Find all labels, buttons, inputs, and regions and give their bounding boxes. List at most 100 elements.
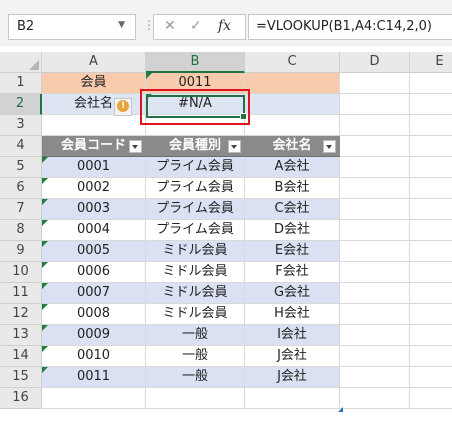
- empty-cell[interactable]: [410, 157, 452, 178]
- member-type-cell[interactable]: 一般: [146, 346, 245, 367]
- row-header-2[interactable]: 2: [0, 94, 42, 115]
- table-header-3[interactable]: 会社名: [245, 136, 340, 157]
- empty-cell[interactable]: [42, 388, 146, 409]
- member-code-cell[interactable]: 0011: [42, 367, 146, 388]
- insert-function-icon[interactable]: fx: [218, 18, 231, 34]
- row-header-16[interactable]: 16: [0, 388, 42, 409]
- empty-cell[interactable]: [410, 73, 452, 94]
- filter-dropdown-icon[interactable]: [323, 140, 336, 153]
- company-cell[interactable]: D会社: [245, 220, 340, 241]
- row-header-3[interactable]: 3: [0, 115, 42, 136]
- empty-cell[interactable]: [340, 241, 410, 262]
- row-header-9[interactable]: 9: [0, 241, 42, 262]
- column-header-a[interactable]: A: [42, 52, 146, 73]
- empty-cell[interactable]: [410, 136, 452, 157]
- member-label-cell[interactable]: 会員: [42, 73, 146, 94]
- table-header-1[interactable]: 会員コード: [42, 136, 146, 157]
- company-cell[interactable]: E会社: [245, 241, 340, 262]
- empty-cell[interactable]: [340, 94, 410, 115]
- filter-dropdown-icon[interactable]: [228, 140, 241, 153]
- row-header-5[interactable]: 5: [0, 157, 42, 178]
- member-code-cell[interactable]: 0008: [42, 304, 146, 325]
- row-header-15[interactable]: 15: [0, 367, 42, 388]
- member-code-cell[interactable]: 0007: [42, 283, 146, 304]
- company-cell[interactable]: J会社: [245, 346, 340, 367]
- company-cell[interactable]: C会社: [245, 199, 340, 220]
- company-cell[interactable]: H会社: [245, 304, 340, 325]
- row-header-7[interactable]: 7: [0, 199, 42, 220]
- cell-c1[interactable]: [245, 73, 340, 94]
- empty-cell[interactable]: [245, 388, 340, 409]
- name-box[interactable]: B2 ▼: [8, 14, 136, 40]
- empty-cell[interactable]: [340, 346, 410, 367]
- member-type-cell[interactable]: ミドル会員: [146, 304, 245, 325]
- chevron-down-icon[interactable]: ▼: [118, 20, 125, 30]
- empty-cell[interactable]: [340, 388, 410, 409]
- error-indicator-button[interactable]: !: [114, 98, 132, 116]
- empty-cell[interactable]: [340, 262, 410, 283]
- row-header-10[interactable]: 10: [0, 262, 42, 283]
- company-cell[interactable]: B会社: [245, 178, 340, 199]
- column-header-e[interactable]: E: [410, 52, 452, 73]
- empty-cell[interactable]: [340, 136, 410, 157]
- member-type-cell[interactable]: プライム会員: [146, 178, 245, 199]
- empty-cell[interactable]: [410, 94, 452, 115]
- empty-cell[interactable]: [340, 220, 410, 241]
- member-type-cell[interactable]: プライム会員: [146, 157, 245, 178]
- empty-cell[interactable]: [245, 115, 340, 136]
- member-type-cell[interactable]: プライム会員: [146, 199, 245, 220]
- row-header-1[interactable]: 1: [0, 73, 42, 94]
- empty-cell[interactable]: [410, 283, 452, 304]
- member-code-cell[interactable]: 0010: [42, 346, 146, 367]
- company-cell[interactable]: J会社: [245, 367, 340, 388]
- member-code-cell[interactable]: 0009: [42, 325, 146, 346]
- row-header-12[interactable]: 12: [0, 304, 42, 325]
- empty-cell[interactable]: [410, 367, 452, 388]
- row-header-13[interactable]: 13: [0, 325, 42, 346]
- table-resize-handle[interactable]: [338, 407, 343, 412]
- empty-cell[interactable]: [340, 199, 410, 220]
- member-code-cell[interactable]: 0004: [42, 220, 146, 241]
- empty-cell[interactable]: [340, 325, 410, 346]
- member-type-cell[interactable]: ミドル会員: [146, 262, 245, 283]
- member-type-cell[interactable]: ミドル会員: [146, 241, 245, 262]
- select-all-button[interactable]: [0, 52, 42, 73]
- empty-cell[interactable]: [410, 115, 452, 136]
- company-cell[interactable]: F会社: [245, 262, 340, 283]
- company-cell[interactable]: A会社: [245, 157, 340, 178]
- row-header-6[interactable]: 6: [0, 178, 42, 199]
- table-header-2[interactable]: 会員種別: [146, 136, 245, 157]
- empty-cell[interactable]: [340, 283, 410, 304]
- cell-c2[interactable]: [245, 94, 340, 115]
- empty-cell[interactable]: [340, 73, 410, 94]
- filter-dropdown-icon[interactable]: [129, 140, 142, 153]
- empty-cell[interactable]: [410, 241, 452, 262]
- name-box-value[interactable]: B2: [17, 19, 34, 34]
- empty-cell[interactable]: [410, 388, 452, 409]
- member-type-cell[interactable]: 一般: [146, 325, 245, 346]
- empty-cell[interactable]: [340, 367, 410, 388]
- empty-cell[interactable]: [410, 304, 452, 325]
- company-cell[interactable]: I会社: [245, 325, 340, 346]
- checkmark-icon[interactable]: ✓: [190, 18, 202, 34]
- row-header-8[interactable]: 8: [0, 220, 42, 241]
- empty-cell[interactable]: [410, 220, 452, 241]
- member-type-cell[interactable]: 一般: [146, 367, 245, 388]
- empty-cell[interactable]: [410, 178, 452, 199]
- empty-cell[interactable]: [410, 325, 452, 346]
- empty-cell[interactable]: [340, 157, 410, 178]
- close-icon[interactable]: ✕: [164, 18, 176, 34]
- member-type-cell[interactable]: プライム会員: [146, 220, 245, 241]
- row-header-11[interactable]: 11: [0, 283, 42, 304]
- member-code-cell[interactable]: 0003: [42, 199, 146, 220]
- member-type-cell[interactable]: ミドル会員: [146, 283, 245, 304]
- empty-cell[interactable]: [340, 178, 410, 199]
- row-header-14[interactable]: 14: [0, 346, 42, 367]
- empty-cell[interactable]: [42, 115, 146, 136]
- column-header-b[interactable]: B: [146, 52, 245, 73]
- member-code-cell[interactable]: 0001: [42, 157, 146, 178]
- empty-cell[interactable]: [340, 304, 410, 325]
- company-cell[interactable]: G会社: [245, 283, 340, 304]
- empty-cell[interactable]: [410, 262, 452, 283]
- column-header-d[interactable]: D: [340, 52, 410, 73]
